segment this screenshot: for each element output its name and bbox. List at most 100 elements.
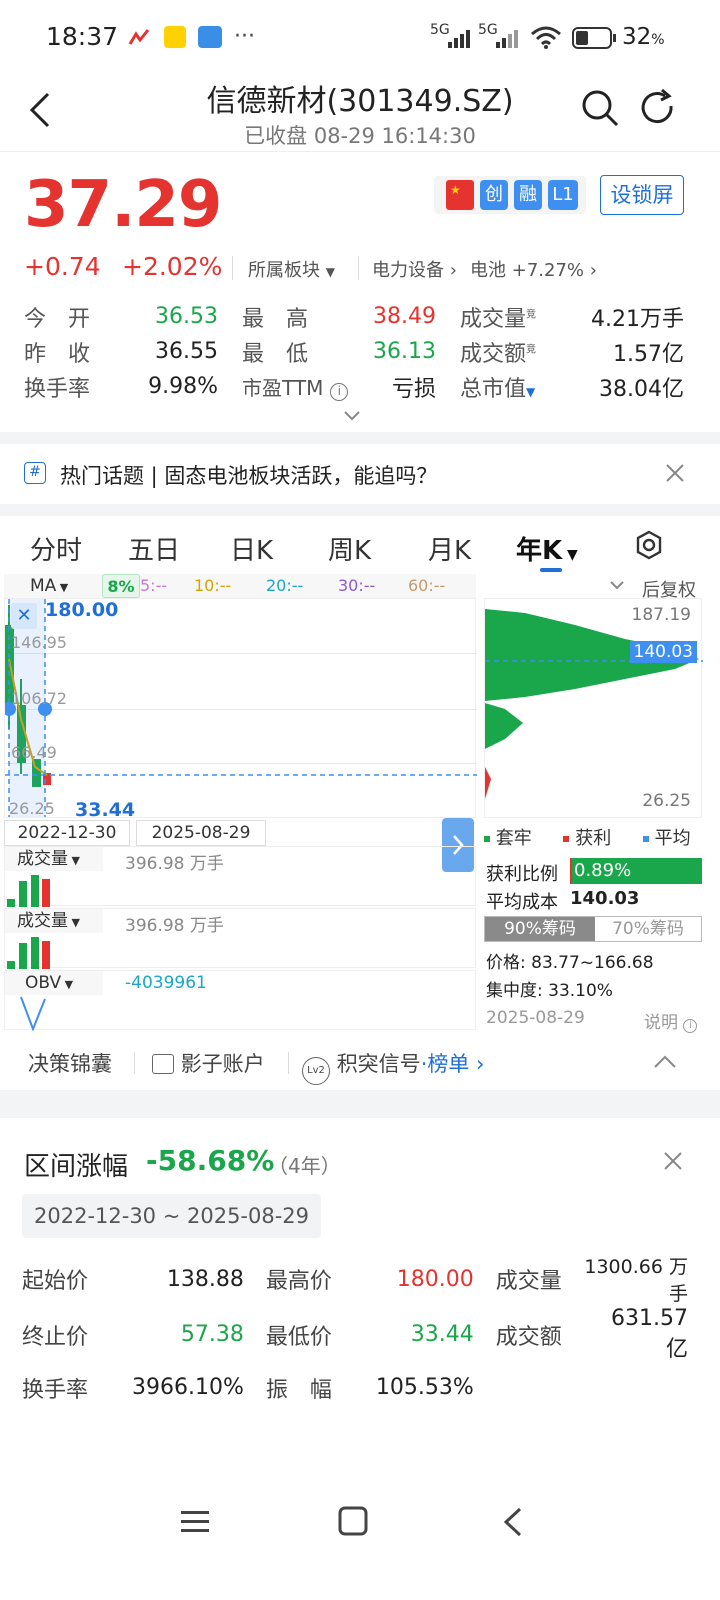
quote-value: 36.13	[373, 339, 436, 364]
info-icon: i	[683, 1019, 698, 1033]
range-key: 换手率	[22, 1377, 89, 1403]
expand-chevron-icon[interactable]	[342, 408, 362, 427]
obv-panel[interactable]: OBV ▼ -4039961	[4, 970, 476, 1031]
range-key: 终止价	[22, 1324, 89, 1350]
hot-topic-banner[interactable]: # 热门话题 | 固态电池板块活跃，能追吗？	[0, 444, 720, 504]
signal-icon-1	[448, 28, 474, 52]
signal-rank-button[interactable]: Lv2 积突信号·榜单 ›	[302, 1048, 484, 1085]
search-icon[interactable]	[580, 88, 620, 132]
quote-key: 成交量竞	[460, 306, 537, 332]
y-axis-label: 146.95	[11, 633, 67, 652]
sector-link-battery[interactable]: 电池 +7.27% ›	[470, 256, 597, 282]
ma-badge: 8%	[102, 574, 140, 598]
tab-yearly-k[interactable]: 年K ▼	[516, 530, 578, 567]
pe-ttm-key[interactable]: 市盈TTM i	[240, 369, 350, 404]
quote-key: 昨 收	[24, 341, 91, 367]
chip-concentration: 集中度: 33.10%	[486, 981, 613, 1001]
section-divider	[0, 1090, 720, 1118]
tab-monthly-k[interactable]: 月K	[428, 530, 471, 567]
range-key: 最高价	[265, 1269, 332, 1294]
volume-panel-1[interactable]: 成交量 ▼ 396.98 万手	[4, 846, 476, 907]
hot-topic-text: 热门话题 | 固态电池板块活跃，能追吗？	[60, 464, 438, 488]
sector-link-power[interactable]: 电力设备 ›	[372, 256, 457, 282]
status-time: 18:37	[46, 22, 119, 51]
shadow-account-button[interactable]: 影子账户	[152, 1048, 265, 1078]
indicator-dropdown[interactable]: 成交量 ▼	[5, 847, 103, 871]
battery-level: 32%	[622, 24, 665, 50]
meituan-icon	[164, 26, 186, 48]
volume-bar	[42, 879, 50, 907]
chip-distribution-chart[interactable]: 187.19 140.03 26.25	[484, 598, 703, 818]
legend-trapped-marker	[484, 836, 490, 842]
range-value: 631.57 亿	[611, 1306, 688, 1362]
section-divider	[0, 432, 720, 444]
home-icon[interactable]	[338, 1506, 368, 1540]
quote-value: 36.53	[155, 304, 218, 329]
y-axis-label: 66.49	[11, 743, 57, 762]
quote-key: 换手率	[24, 376, 91, 402]
chip-explain-link[interactable]: 说明 i	[644, 1008, 698, 1033]
stock-header: 信德新材(301349.SZ) 已收盘 08-29 16:14:30	[0, 76, 720, 152]
volume-bar	[31, 937, 39, 969]
range-close-icon[interactable]: ✕	[11, 603, 37, 629]
menu-icon[interactable]	[180, 1508, 210, 1540]
range-value: 33.44	[410, 1322, 474, 1347]
sector-label: 所属板块	[248, 260, 320, 281]
range-start-date[interactable]: 2022-12-30	[4, 820, 130, 846]
tag-margin: 融	[514, 180, 542, 210]
range-row: 终止价 57.38 最低价 33.44 成交额 631.57 亿	[22, 1306, 698, 1363]
indicator-dropdown[interactable]: OBV ▼	[5, 971, 103, 995]
set-lock-screen-button[interactable]: 设锁屏	[600, 175, 684, 215]
close-icon[interactable]	[664, 462, 686, 488]
caret-down-icon: ▼	[68, 854, 80, 867]
volume-panel-2[interactable]: 成交量 ▼ 396.98 万手	[4, 908, 476, 969]
collapse-chevron-icon[interactable]	[608, 578, 626, 597]
kline-candles	[5, 599, 477, 817]
collapse-up-icon[interactable]	[652, 1052, 678, 1076]
tab-intraday[interactable]: 分时	[30, 530, 82, 567]
price-change: +0.74	[24, 252, 101, 281]
tab-daily-k[interactable]: 日K	[230, 530, 273, 567]
range-value: 57.38	[180, 1322, 244, 1347]
info-icon[interactable]: i	[330, 383, 349, 401]
decision-kit-button[interactable]: 决策锦囊	[28, 1048, 112, 1078]
quote-value: 38.49	[373, 304, 436, 329]
range-value: 3966.10%	[132, 1375, 244, 1400]
range-value: 1300.66 万手	[584, 1256, 688, 1305]
settings-gear-icon[interactable]	[634, 530, 664, 564]
range-key: 成交量	[495, 1269, 562, 1294]
tools-bar: 决策锦囊 影子账户 Lv2 积突信号·榜单 ›	[0, 1040, 720, 1086]
chip-mode-toggle: 90%筹码 70%筹码	[484, 916, 702, 942]
chip-legend: 套牢 获利 平均	[484, 824, 691, 850]
kline-chart[interactable]: ✕ 180.00 146.95 106.72 66.49 26.25 33.44	[4, 598, 477, 821]
volume-bar	[42, 941, 50, 969]
chip90-button[interactable]: 90%筹码	[485, 917, 595, 941]
price-change-pct: +2.02%	[122, 252, 223, 281]
last-price: 37.29	[24, 168, 222, 242]
ma10-value: 10:--	[194, 576, 232, 595]
profit-ratio-bar: 0.89%	[570, 858, 702, 884]
refresh-icon[interactable]	[638, 88, 678, 132]
indicator-dropdown[interactable]: 成交量 ▼	[5, 909, 103, 933]
lv2-badge-icon: Lv2	[302, 1057, 330, 1085]
caret-down-icon: ▼	[56, 581, 69, 594]
range-value: 105.53%	[375, 1375, 474, 1400]
range-years: （4年）	[268, 1154, 341, 1178]
close-icon[interactable]	[662, 1150, 684, 1176]
stock-tags: ★ 创 融 L1	[434, 176, 586, 214]
market-cap-dropdown[interactable]: 总市值▼	[458, 369, 568, 404]
tab-five-day[interactable]: 五日	[128, 530, 180, 567]
back-nav-icon[interactable]	[500, 1506, 524, 1542]
volume-bar	[7, 961, 15, 969]
range-title: 区间涨幅	[24, 1152, 129, 1182]
chip70-button[interactable]: 70%筹码	[595, 917, 701, 941]
range-end-date[interactable]: 2025-08-29	[136, 820, 266, 846]
range-value: 138.88	[166, 1266, 244, 1292]
tab-weekly-k[interactable]: 周K	[328, 530, 371, 567]
quote-value: 1.57亿	[613, 341, 684, 367]
chip-price-range: 价格: 83.77~166.68	[486, 953, 654, 973]
quote-row: 换手率 9.98% 市盈TTM i 亏损 总市值▼ 38.04亿	[22, 369, 698, 404]
ma-dropdown[interactable]: MA ▼	[30, 576, 68, 596]
sector-dropdown[interactable]: 所属板块 ▼	[248, 256, 335, 282]
range-date-chip[interactable]: 2022-12-30 ~ 2025-08-29	[22, 1194, 322, 1238]
